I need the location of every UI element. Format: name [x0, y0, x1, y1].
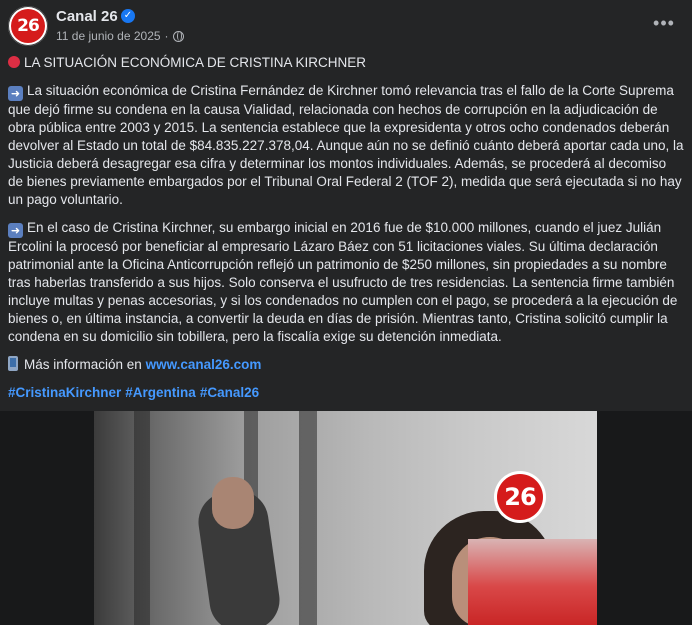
paragraph-1-line: ➜ La situación económica de Cristina Fern… — [8, 82, 684, 209]
hashtag-link[interactable]: #CristinaKirchner — [8, 385, 121, 400]
avatar-text: 26 — [17, 16, 40, 36]
hashtag-link[interactable]: #Argentina — [125, 385, 196, 400]
globe-icon — [172, 30, 184, 42]
more-options-button[interactable]: ••• — [650, 12, 678, 40]
more-info-label: Más información en — [24, 357, 142, 372]
post-text: LA SITUACIÓN ECONÓMICA DE CRISTINA KIRCH… — [8, 54, 684, 412]
verified-badge-icon: ✓ — [121, 9, 135, 23]
website-link[interactable]: www.canal26.com — [146, 357, 262, 372]
mobile-phone-icon — [8, 356, 18, 371]
canal26-logo-icon: 26 — [11, 9, 45, 43]
paragraph-1: La situación económica de Cristina Ferná… — [8, 83, 684, 207]
paragraph-2: En el caso de Cristina Kirchner, su emba… — [8, 220, 678, 344]
more-info-line: Más información en www.canal26.com — [8, 356, 684, 374]
canal26-watermark-icon: 26 — [494, 471, 546, 523]
post-date[interactable]: 11 de junio de 2025 — [56, 29, 161, 43]
post-meta: 11 de junio de 2025 · — [56, 29, 184, 43]
building-column — [299, 411, 317, 625]
building-column — [134, 411, 150, 625]
facebook-post: 26 Canal 26 ✓ 11 de junio de 2025 · ••• … — [0, 0, 692, 625]
page-name-link[interactable]: Canal 26 — [56, 8, 118, 25]
right-arrow-icon: ➜ — [8, 86, 23, 101]
post-header: 26 Canal 26 ✓ 11 de junio de 2025 · ••• — [8, 6, 684, 46]
raised-hand — [212, 477, 254, 529]
post-image-container[interactable]: 26 — [0, 411, 692, 625]
red-panel — [468, 539, 597, 625]
page-avatar[interactable]: 26 — [8, 6, 48, 46]
hashtags: #CristinaKirchner #Argentina #Canal26 — [8, 384, 684, 402]
hashtag-link[interactable]: #Canal26 — [200, 385, 259, 400]
red-circle-icon — [8, 56, 20, 68]
watermark-text: 26 — [504, 483, 536, 511]
headline-line: LA SITUACIÓN ECONÓMICA DE CRISTINA KIRCH… — [8, 54, 684, 72]
headline: LA SITUACIÓN ECONÓMICA DE CRISTINA KIRCH… — [24, 55, 367, 70]
right-arrow-icon: ➜ — [8, 223, 23, 238]
paragraph-2-line: ➜ En el caso de Cristina Kirchner, su emb… — [8, 219, 684, 346]
